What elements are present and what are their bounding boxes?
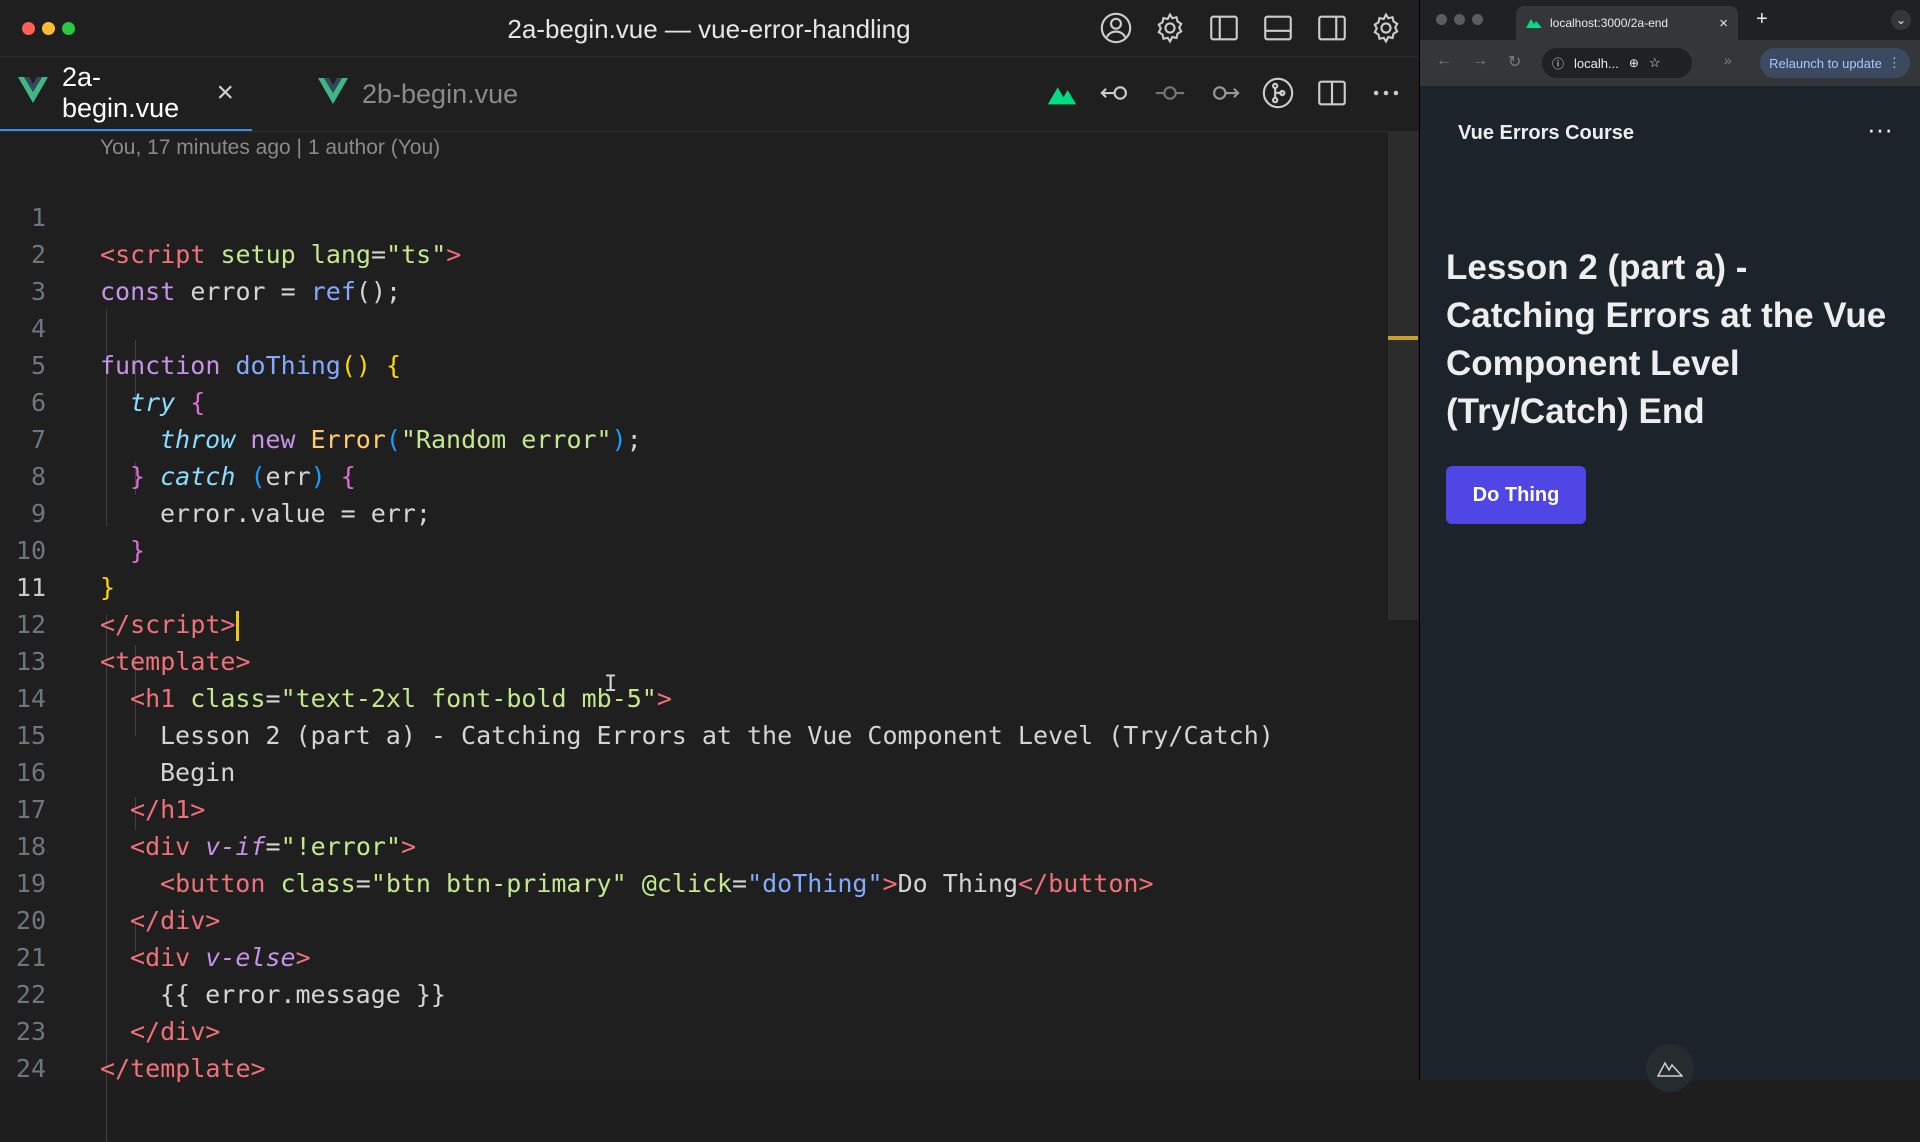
scrollbar-change-marker — [1388, 336, 1418, 340]
code-line: 20 <div v-else> — [0, 865, 311, 972]
vue-file-icon — [318, 77, 348, 111]
editor-tab-bar: 2a-begin.vue × 2b-begin.vue — [0, 57, 1418, 132]
code-line: 12 <template> — [0, 569, 251, 676]
code-line: 1 <script setup lang="ts"> — [0, 162, 461, 269]
tab-search-icon[interactable]: ⌄ — [1891, 10, 1911, 30]
git-blame-annotation: You, 17 minutes ago | 1 author (You) — [100, 136, 441, 159]
code-line: 6 throw new Error("Random error"); — [0, 347, 642, 454]
code-line-current: 11 </script> — [0, 532, 240, 641]
browser-window: localhost:3000/2a-end × + ⌄ ← → ↻ ⓘ loca… — [1419, 0, 1920, 1092]
browser-tab-title: localhost:3000/2a-end — [1550, 16, 1669, 30]
address-text: localh... — [1574, 55, 1619, 71]
forward-arrow-icon[interactable]: → — [1472, 52, 1488, 70]
code-line: 17 <div v-if="!error"> — [0, 754, 416, 861]
code-line: 3 — [0, 236, 90, 306]
do-thing-button[interactable]: Do Thing — [1446, 466, 1586, 524]
code-line: 24 — [0, 1013, 90, 1083]
code-area[interactable]: You, 17 minutes ago | 1 author (You) 1 <… — [0, 132, 1390, 1142]
browser-toolbar: ← → ↻ ⓘ localh... ⊕ ☆ » Relaunch to upda… — [1420, 40, 1920, 86]
bookmark-star-icon[interactable]: ☆ — [1649, 55, 1661, 71]
menu-icon[interactable]: ··· — [1867, 114, 1893, 145]
code-line: 18 <button class="btn btn-primary" @clic… — [0, 791, 1154, 898]
git-compare-icon[interactable] — [1258, 71, 1298, 115]
toggle-panel-icon[interactable] — [1258, 8, 1298, 48]
account-icon[interactable] — [1096, 8, 1136, 48]
new-tab-icon[interactable]: + — [1756, 8, 1768, 31]
code-line: 10 } — [0, 495, 115, 602]
close-tab-icon[interactable]: × — [216, 76, 234, 110]
go-forward-icon[interactable] — [1204, 71, 1244, 115]
site-brand[interactable]: Vue Errors Course — [1458, 122, 1634, 145]
scrollbar[interactable] — [1388, 132, 1418, 620]
nuxt-devtools-icon[interactable] — [1042, 71, 1082, 115]
code-line: 19 </div> — [0, 828, 220, 935]
zoom-window-button[interactable] — [1472, 14, 1483, 25]
back-arrow-icon[interactable]: ← — [1436, 52, 1452, 70]
code-editor-window: 2a-begin.vue — vue-error-handling 2a-beg… — [0, 0, 1418, 1142]
code-line: 21 {{ error.message }} — [0, 902, 446, 1009]
code-line: 15 Begin — [0, 680, 235, 787]
browser-tab-strip: localhost:3000/2a-end × + ⌄ — [1420, 0, 1920, 40]
toggle-primary-sidebar-icon[interactable] — [1204, 8, 1244, 48]
close-window-button[interactable] — [1436, 14, 1447, 25]
go-back-icon[interactable] — [1096, 71, 1136, 115]
browser-tab[interactable]: localhost:3000/2a-end × — [1516, 6, 1738, 40]
split-editor-icon[interactable] — [1312, 71, 1352, 115]
code-line: 2 const error = ref(); — [0, 199, 401, 306]
web-page: Vue Errors Course ··· Lesson 2 (part a) … — [1420, 86, 1920, 1092]
more-actions-icon[interactable] — [1366, 71, 1406, 115]
nuxt-favicon-icon — [1526, 16, 1542, 31]
code-line: 9 } — [0, 458, 145, 565]
relaunch-label: Relaunch to update — [1769, 55, 1882, 71]
code-line: 8 error.value = err; — [0, 421, 431, 528]
code-line: 13 <h1 class="text-2xl font-bold mb-5"> — [0, 606, 672, 713]
ibeam-cursor-icon: I — [604, 672, 618, 697]
settings-icon[interactable] — [1150, 8, 1190, 48]
kebab-menu-icon[interactable]: ⋮ — [1888, 55, 1901, 71]
site-info-icon[interactable]: ⓘ — [1552, 55, 1564, 72]
address-bar[interactable]: ⓘ localh... ⊕ ☆ — [1542, 48, 1692, 78]
close-tab-icon[interactable]: × — [1719, 15, 1728, 32]
vue-file-icon — [18, 76, 48, 110]
manage-gear-icon[interactable] — [1366, 8, 1406, 48]
tab-label: 2a-begin.vue — [62, 62, 180, 123]
tab-2b-begin[interactable]: 2b-begin.vue — [300, 57, 536, 131]
code-line: 5 try { — [0, 310, 205, 417]
line-number: 24 — [15, 1054, 46, 1083]
lesson-heading: Lesson 2 (part a) - Catching Errors at t… — [1446, 248, 1887, 431]
reload-icon[interactable]: ↻ — [1508, 52, 1521, 72]
code-line: 23 </template> — [0, 976, 266, 1083]
commit-icon[interactable] — [1150, 71, 1190, 115]
code-line: 22 </div> — [0, 939, 220, 1046]
tab-label: 2b-begin.vue — [362, 78, 519, 109]
title-bar: 2a-begin.vue — vue-error-handling — [0, 0, 1418, 57]
text-cursor — [236, 611, 240, 641]
code-line: 14 Lesson 2 (part a) - Catching Errors a… — [0, 643, 1274, 750]
code-line: 16 </h1> — [0, 717, 205, 824]
extensions-chevron-icon[interactable]: » — [1724, 52, 1732, 68]
nuxt-devtools-icon[interactable] — [1646, 1044, 1694, 1092]
relaunch-button[interactable]: Relaunch to update ⋮ — [1760, 48, 1910, 78]
code-line: 7 } catch (err) { — [0, 384, 356, 491]
minimize-window-button[interactable] — [1454, 14, 1465, 25]
zoom-icon[interactable]: ⊕ — [1629, 56, 1639, 70]
code-line: 4 function doThing() { — [0, 273, 401, 380]
toggle-secondary-sidebar-icon[interactable] — [1312, 8, 1352, 48]
tab-2a-begin[interactable]: 2a-begin.vue × — [0, 57, 252, 131]
indent-guide — [106, 309, 107, 526]
